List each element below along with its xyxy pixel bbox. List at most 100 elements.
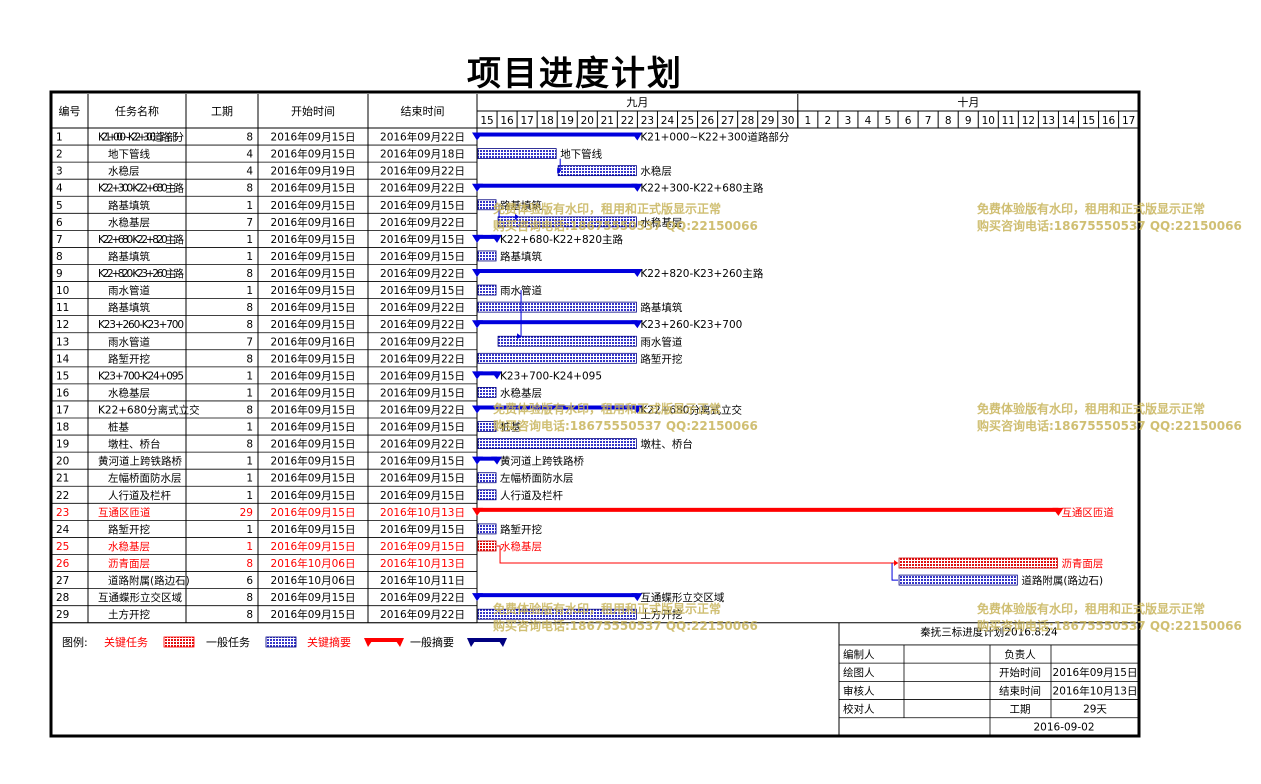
- task-duration: 29: [240, 507, 253, 519]
- bar-label: 路基填筑: [500, 250, 542, 263]
- task-duration: 1: [246, 285, 253, 297]
- task-name: 墩柱、桥台: [108, 438, 161, 451]
- bar-label: 路堑开挖: [640, 352, 682, 365]
- watermark-text: 购买咨询电话:18675550537 QQ:22150066: [977, 218, 1242, 233]
- day-label: 12: [1022, 115, 1035, 127]
- task-duration: 1: [246, 490, 253, 502]
- gantt-task-bar: [477, 284, 497, 296]
- day-label: 21: [601, 115, 614, 127]
- task-name: 沥青面层: [108, 557, 150, 570]
- task-end: 2016年09月22日: [380, 182, 465, 195]
- task-name: K22+820-K23+260主路: [98, 267, 185, 280]
- task-end: 2016年09月15日: [380, 233, 465, 246]
- legend-swatch: [163, 636, 195, 648]
- header-duration: 工期: [211, 105, 233, 118]
- task-start: 2016年09月16日: [271, 335, 356, 348]
- task-start: 2016年09月15日: [271, 540, 356, 553]
- task-id: 14: [56, 353, 70, 365]
- task-name: K23+700-K24+095: [98, 370, 184, 382]
- task-id: 25: [56, 541, 69, 553]
- task-end: 2016年09月15日: [380, 523, 465, 536]
- task-duration: 1: [246, 541, 253, 553]
- day-label: 23: [641, 115, 654, 127]
- task-end: 2016年09月22日: [380, 216, 465, 229]
- task-name: K22+300-K22+680主路: [98, 182, 185, 195]
- task-id: 24: [56, 524, 70, 536]
- day-label: 7: [925, 115, 932, 127]
- task-duration: 1: [246, 234, 253, 246]
- task-start: 2016年09月15日: [271, 352, 356, 365]
- task-start: 2016年09月15日: [271, 148, 356, 161]
- gantt-task-bar: [477, 387, 497, 398]
- day-label: 9: [965, 115, 972, 127]
- bar-label: 水稳基层: [500, 386, 542, 399]
- task-name: 左幅桥面防水层: [108, 472, 182, 485]
- bar-label: K23+260-K23+700: [640, 319, 742, 331]
- legend-swatch-cap: [394, 638, 404, 647]
- watermark-text: 免费体验版有水印，租用和正式版显示正常: [493, 601, 721, 616]
- task-name: 水稳基层: [108, 540, 150, 553]
- header-start: 开始时间: [291, 104, 335, 118]
- task-id: 8: [56, 251, 63, 263]
- watermark-text: 购买咨询电话:18675550537 QQ:22150066: [493, 418, 758, 433]
- bar-label: 墩柱、桥台: [640, 438, 693, 451]
- task-name: K22+680分离式立交: [98, 403, 200, 416]
- task-duration: 8: [246, 268, 253, 280]
- task-end: 2016年09月18日: [380, 148, 465, 161]
- task-duration: 1: [246, 456, 253, 468]
- bar-label: K22+820-K23+260主路: [640, 267, 763, 280]
- task-name: K21+000~K22+300道路部分: [98, 131, 185, 144]
- task-duration: 1: [246, 524, 253, 536]
- gantt-summary-bar: [477, 183, 638, 188]
- day-label: 22: [621, 115, 634, 127]
- bar-label: 道路附属(路边石): [1021, 574, 1103, 587]
- task-end: 2016年09月15日: [380, 386, 465, 399]
- day-label: 28: [741, 115, 754, 127]
- task-id: 2: [56, 149, 63, 161]
- task-start: 2016年09月15日: [271, 131, 356, 144]
- task-duration: 1: [246, 200, 253, 212]
- task-duration: 8: [246, 558, 253, 570]
- bar-label: 左幅桥面防水层: [500, 472, 574, 485]
- task-id: 3: [56, 166, 63, 178]
- task-name: 路堑开挖: [108, 523, 150, 536]
- task-start: 2016年09月15日: [271, 301, 356, 314]
- gantt-task-bar: [477, 540, 497, 552]
- gantt-task-bar: [477, 489, 497, 501]
- task-id: 21: [56, 473, 69, 485]
- watermark-text: 免费体验版有水印，租用和正式版显示正常: [977, 401, 1205, 416]
- task-end: 2016年09月15日: [380, 540, 465, 553]
- legend-swatch-cap: [364, 638, 374, 647]
- task-end: 2016年10月11日: [380, 574, 465, 587]
- task-start: 2016年09月15日: [271, 608, 356, 621]
- day-label: 19: [561, 115, 574, 127]
- task-duration: 8: [246, 592, 253, 604]
- day-label: 16: [500, 115, 514, 127]
- info-date: 2016-09-02: [1033, 722, 1094, 734]
- legend-swatch: [265, 636, 297, 648]
- day-label: 3: [845, 115, 852, 127]
- task-start: 2016年09月16日: [271, 216, 356, 229]
- gantt-task-bar: [477, 301, 637, 313]
- bar-label: 地下管线: [560, 148, 602, 161]
- bar-label: 路堑开挖: [500, 523, 542, 536]
- task-start: 2016年09月15日: [271, 369, 356, 382]
- task-id: 12: [56, 319, 69, 331]
- task-end: 2016年09月15日: [380, 455, 465, 468]
- info-duration-label: 工期: [1010, 704, 1031, 716]
- watermark-text: 购买咨询电话:18675550537 QQ:22150066: [977, 618, 1242, 633]
- task-start: 2016年10月06日: [271, 574, 356, 587]
- legend-item-label: 关键任务: [104, 635, 148, 649]
- dependency-line: [497, 545, 899, 564]
- task-name: 雨水管道: [108, 335, 150, 348]
- task-duration: 8: [246, 302, 253, 314]
- watermark-text: 购买咨询电话:18675550537 QQ:22150066: [977, 418, 1242, 433]
- dependency-line: [891, 563, 899, 581]
- info-duration-value: 29天: [1083, 704, 1107, 716]
- gantt-task-bar: [898, 574, 1018, 586]
- watermark-text: 购买咨询电话:18675550537 QQ:22150066: [493, 618, 758, 633]
- bar-label: K21+000~K22+300道路部分: [640, 131, 789, 144]
- task-name: 土方开挖: [108, 608, 150, 621]
- day-label: 2: [825, 115, 832, 127]
- info-owner-label: 负责人: [1004, 648, 1036, 661]
